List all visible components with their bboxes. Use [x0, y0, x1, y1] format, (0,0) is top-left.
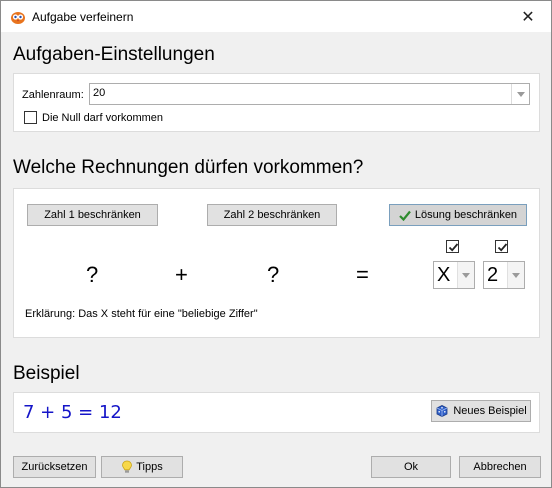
reset-button[interactable]: Zurücksetzen [13, 456, 96, 478]
dialog-window: Aufgabe verfeinern ✕ Aufgaben-Einstellun… [0, 0, 552, 488]
digit2-checkbox[interactable] [495, 240, 508, 253]
digit2-select[interactable]: 2 [483, 261, 525, 289]
new-example-button[interactable]: Neues Beispiel [431, 400, 531, 422]
limit-number1-button[interactable]: Zahl 1 beschränken [27, 204, 158, 226]
explanation-text: Erklärung: Das X steht für eine "beliebi… [25, 308, 258, 320]
range-value: 20 [93, 87, 106, 99]
cancel-button[interactable]: Abbrechen [459, 456, 541, 478]
ok-button[interactable]: Ok [371, 456, 451, 478]
digit2-value: 2 [487, 264, 499, 286]
operator: + [175, 262, 188, 287]
chevron-down-icon [507, 262, 524, 288]
calc-panel: Zahl 1 beschränken Zahl 2 beschränken Lö… [13, 188, 540, 338]
zero-allowed-label: Die Null darf vorkommen [42, 112, 164, 124]
calc-heading: Welche Rechnungen dürfen vorkommen? [13, 157, 364, 178]
lightbulb-icon [121, 460, 133, 474]
example-text: 7 + 5 = 12 [23, 402, 122, 423]
digit1-select[interactable]: X [433, 261, 475, 289]
digit1-value: X [437, 264, 451, 286]
example-panel: 7 + 5 = 12 Neues Beispiel [13, 392, 540, 433]
limit-result-label: Lösung beschränken [414, 209, 518, 221]
close-button[interactable]: ✕ [505, 1, 551, 32]
operand2: ? [267, 262, 280, 287]
dice-icon [435, 404, 449, 418]
range-select[interactable]: 20 [89, 83, 530, 105]
tips-label: Tipps [136, 461, 163, 473]
green-check-icon [399, 210, 411, 221]
range-label: Zahlenraum: [22, 89, 84, 101]
settings-panel: Zahlenraum: 20 Die Null darf vorkommen [13, 73, 540, 132]
example-heading: Beispiel [13, 363, 80, 384]
title-bar: Aufgabe verfeinern ✕ [1, 1, 551, 32]
equals-sign: = [356, 262, 369, 287]
chevron-down-icon [457, 262, 474, 288]
window-title: Aufgabe verfeinern [32, 9, 134, 24]
chevron-down-icon [511, 84, 529, 104]
new-example-label: Neues Beispiel [453, 405, 527, 417]
settings-heading: Aufgaben-Einstellungen [13, 44, 215, 65]
limit-number2-button[interactable]: Zahl 2 beschränken [207, 204, 337, 226]
app-owl-icon [10, 9, 26, 25]
tips-button[interactable]: Tipps [101, 456, 183, 478]
digit1-checkbox[interactable] [446, 240, 459, 253]
zero-allowed-checkbox[interactable] [24, 111, 37, 124]
close-icon: ✕ [521, 8, 535, 26]
operand1: ? [86, 262, 99, 287]
limit-result-button[interactable]: Lösung beschränken [389, 204, 527, 226]
